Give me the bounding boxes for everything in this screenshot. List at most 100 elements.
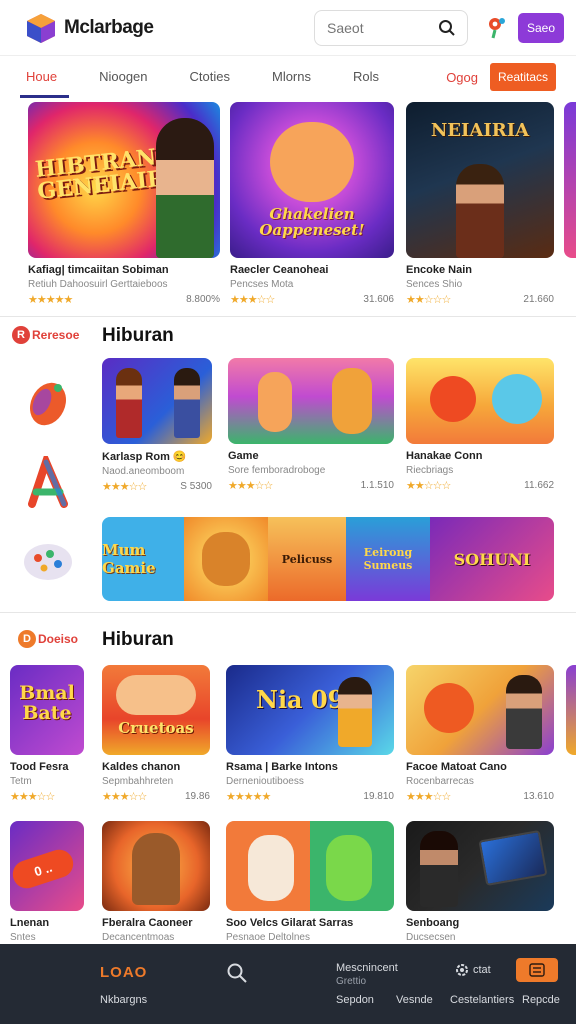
gear-icon (456, 964, 468, 976)
character-illustration (116, 675, 196, 715)
game-card[interactable]: Facoe Matoat Cano Rocenbarrecas ★★★☆☆ 13… (406, 665, 554, 803)
card-title: Soo Velcs Gilarat Sarras (226, 917, 354, 929)
tab-2[interactable]: Nioogen (93, 56, 153, 98)
strip-tile[interactable] (184, 517, 268, 601)
card-title: Fberalra Caoneer (102, 917, 193, 929)
tab-home[interactable]: Houe (20, 56, 70, 98)
game-card[interactable]: Hanakae Conn Riecbriags ★★☆☆☆ 11.662 (406, 358, 554, 492)
card-subtitle: Ducsecsen (406, 932, 456, 943)
rating-count: 11.662 (524, 480, 554, 491)
tab-4[interactable]: Mlorns (266, 56, 317, 98)
game-card[interactable]: Karlasp Rom 😊 Naod.aneomboom ★★★☆☆ S 530… (102, 358, 212, 493)
card-subtitle: Tetm (10, 776, 32, 787)
rating-count: 1.1.510 (360, 480, 394, 491)
card-subtitle: Dernenioutiboess (226, 776, 304, 787)
featured-card[interactable]: HIBTRAN GENEIAIRS Kafiag| timcaiitan Sob… (28, 102, 220, 306)
banner-strip[interactable]: Mum Gamie Pelicuss Eeirong Sumeus SOHUNI (102, 517, 554, 601)
character-illustration (202, 532, 250, 586)
character-illustration (156, 118, 214, 258)
card-artwork: NEIAIRIA (406, 102, 554, 258)
search-input[interactable] (327, 19, 427, 36)
nav-gear-item[interactable]: ctat (454, 962, 491, 978)
game-card[interactable]: Game Sore femboradroboge ★★★☆☆ 1.1.510 (228, 358, 394, 492)
divider (0, 612, 576, 613)
card-meta: ★★☆☆☆ 21.660 (406, 293, 554, 306)
art-text: Cruetoas (118, 719, 194, 737)
rating-count: 19.86 (184, 791, 210, 802)
card-title: Hanakae Conn (406, 450, 483, 462)
candy-icon[interactable] (22, 536, 74, 588)
bottom-nav: LOAO Nkbargns Mescnincent Grettio Sepdon… (0, 944, 576, 1024)
card-title: Tood Fesra (10, 761, 69, 773)
game-card[interactable]: 0 .. Lnenan Sntes (10, 821, 84, 943)
rating-stars: ★★★☆☆ (228, 480, 273, 492)
search-icon[interactable] (437, 18, 457, 38)
character-illustration (338, 677, 372, 747)
nav-gear-label: ctat (473, 964, 491, 976)
character-illustration (492, 374, 542, 424)
game-card[interactable]: Cruetoas Kaldes chanon Sepmbahhreten ★★★… (102, 665, 210, 803)
nav-item-4[interactable]: Repcde (522, 994, 560, 1006)
rating-stars: ★★★☆☆ (102, 481, 147, 493)
peek-card-artwork[interactable] (564, 102, 576, 258)
game-card[interactable]: Senboang Ducsecsen (406, 821, 554, 943)
character-illustration (270, 122, 354, 202)
card-subtitle: Sore femboradroboge (228, 465, 326, 476)
strip-tile[interactable]: Mum Gamie (102, 517, 184, 601)
art-text: Nia 09 (256, 685, 345, 714)
card-meta: ★★☆☆☆ 11.662 (406, 479, 554, 492)
card-artwork (102, 358, 212, 444)
character-illustration (116, 368, 142, 438)
game-card[interactable]: Soo Velcs Gilarat Sarras Pesnaoe Deltoln… (226, 821, 394, 943)
art-text: HIBTRAN GENEIAIRS (33, 144, 183, 205)
strip-tile[interactable]: Eeirong Sumeus (346, 517, 430, 601)
rating-count: 19.810 (363, 791, 394, 802)
section-badge: D Doeiso (18, 630, 78, 648)
card-artwork: 0 .. (10, 821, 84, 911)
logo-icon[interactable] (24, 12, 58, 44)
search-icon[interactable] (226, 962, 248, 989)
app-title: Mclarbage (64, 16, 154, 38)
rating-stars: ★★★☆☆ (406, 791, 451, 803)
strip-tile[interactable]: SOHUNI (430, 517, 554, 601)
card-artwork: Nia 09 (226, 665, 394, 755)
nav-item-1[interactable]: Sepdon (336, 994, 374, 1006)
character-illustration (456, 164, 504, 258)
location-pin-icon[interactable] (486, 16, 508, 40)
egg-icon[interactable] (22, 376, 74, 428)
card-title: Raecler Ceanoheai (230, 264, 329, 276)
nav-brand-logo[interactable]: LOAO (100, 964, 147, 981)
tab-5[interactable]: Rols (347, 56, 385, 98)
featured-card[interactable]: NEIAIRIA Encoke Nain Sences Shio ★★☆☆☆ 2… (406, 102, 554, 306)
nav-brand-label[interactable]: Nkbargns (100, 994, 147, 1006)
strip-tile[interactable]: Pelicuss (268, 517, 346, 601)
top-header: Mclarbage Saeo (0, 0, 576, 56)
rating-stars: ★★★☆☆ (102, 791, 147, 803)
menu-button[interactable] (516, 958, 558, 982)
nav-center-title[interactable]: Mescnincent (336, 962, 398, 974)
badge-label: Reresoe (32, 328, 80, 342)
letter-a-icon[interactable] (22, 450, 74, 508)
card-artwork (226, 821, 394, 911)
tab-3[interactable]: Ctoties (184, 56, 236, 98)
header-action-button[interactable]: Saeo (518, 12, 564, 43)
character-illustration (248, 835, 294, 901)
card-subtitle: Sepmbahhreten (102, 776, 174, 787)
search-box[interactable] (314, 9, 468, 46)
game-card[interactable]: Nia 09 Rsama | Barke Intons Dernenioutib… (226, 665, 394, 803)
featured-card[interactable]: Ghakelien Oappeneset! Raecler Ceanoheai … (230, 102, 394, 306)
peek-card-artwork[interactable] (566, 665, 576, 755)
character-illustration (420, 831, 458, 907)
tab-link[interactable]: Ogog (446, 70, 478, 85)
cta-button[interactable]: Reatitacs (490, 63, 556, 91)
rating-stars: ★★☆☆☆ (406, 294, 451, 306)
nav-item-3[interactable]: Cestelantiers (450, 994, 514, 1006)
card-meta: ★★★☆☆ S 5300 (102, 480, 212, 493)
nav-item-2[interactable]: Vesnde (396, 994, 433, 1006)
section-badge: R Reresoe (12, 326, 79, 344)
game-card[interactable]: Bmal Bate Tood Fesra Tetm ★★★☆☆ (10, 665, 84, 803)
card-subtitle: Sntes (10, 932, 36, 943)
game-card[interactable]: Fberalra Caoneer Decancentmoas (102, 821, 210, 943)
badge-label: Doeiso (38, 632, 79, 646)
card-artwork: Cruetoas (102, 665, 210, 755)
